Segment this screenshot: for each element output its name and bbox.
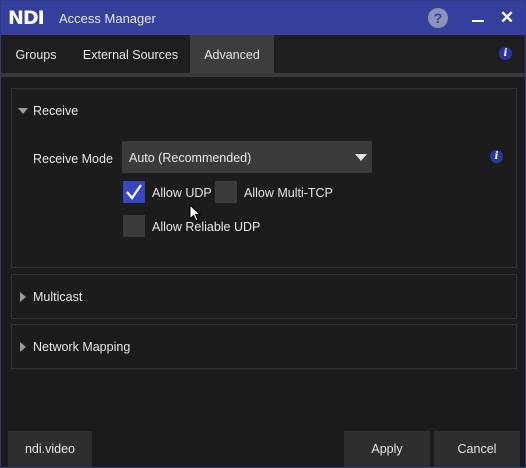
cancel-button[interactable]: Cancel [434,431,520,467]
help-icon[interactable]: ? [428,8,448,28]
network-mapping-panel-title: Network Mapping [33,340,131,354]
tab-groups[interactable]: Groups [1,35,71,73]
allow-reliable-udp-label: Allow Reliable UDP [152,220,261,234]
tab-external-sources[interactable]: External Sources [73,35,188,73]
tab-bar: Groups External Sources Advanced i [1,35,525,77]
close-icon[interactable]: ✕ [498,7,516,29]
checkmark-icon [126,184,142,200]
app-window: NDI Access Manager ? ✕ Groups External S… [0,0,526,468]
multicast-panel[interactable]: Multicast [11,274,517,319]
receive-mode-label: Receive Mode [33,152,113,166]
receive-panel-header[interactable]: Receive [12,89,516,133]
apply-button[interactable]: Apply [344,431,430,467]
mouse-cursor-icon [189,204,202,222]
expand-triangle-icon [20,292,26,302]
tab-advanced[interactable]: Advanced [190,35,274,73]
title-bar: NDI Access Manager ? ✕ [1,1,525,35]
receive-panel: Receive Receive Mode Auto (Recommended) … [11,88,517,268]
allow-multi-tcp-checkbox[interactable] [215,181,237,203]
network-mapping-panel[interactable]: Network Mapping [11,324,517,369]
allow-udp-label: Allow UDP [152,186,212,200]
minimize-icon[interactable] [469,7,487,29]
info-icon[interactable]: i [490,150,503,163]
ndi-logo: NDI [8,7,45,29]
allow-reliable-udp-checkbox[interactable] [123,215,145,237]
receive-panel-title: Receive [33,104,79,118]
receive-mode-value: Auto (Recommended) [129,151,252,165]
chevron-down-icon [355,154,367,161]
allow-multi-tcp-label: Allow Multi-TCP [244,186,333,200]
receive-mode-select[interactable]: Auto (Recommended) [122,141,372,173]
info-icon[interactable]: i [499,47,512,60]
allow-udp-checkbox[interactable] [123,181,145,203]
ndi-video-button[interactable]: ndi.video [8,431,92,467]
expand-triangle-icon [20,342,26,352]
multicast-panel-title: Multicast [33,290,83,304]
collapse-triangle-icon [18,108,28,114]
window-title: Access Manager [59,11,156,26]
